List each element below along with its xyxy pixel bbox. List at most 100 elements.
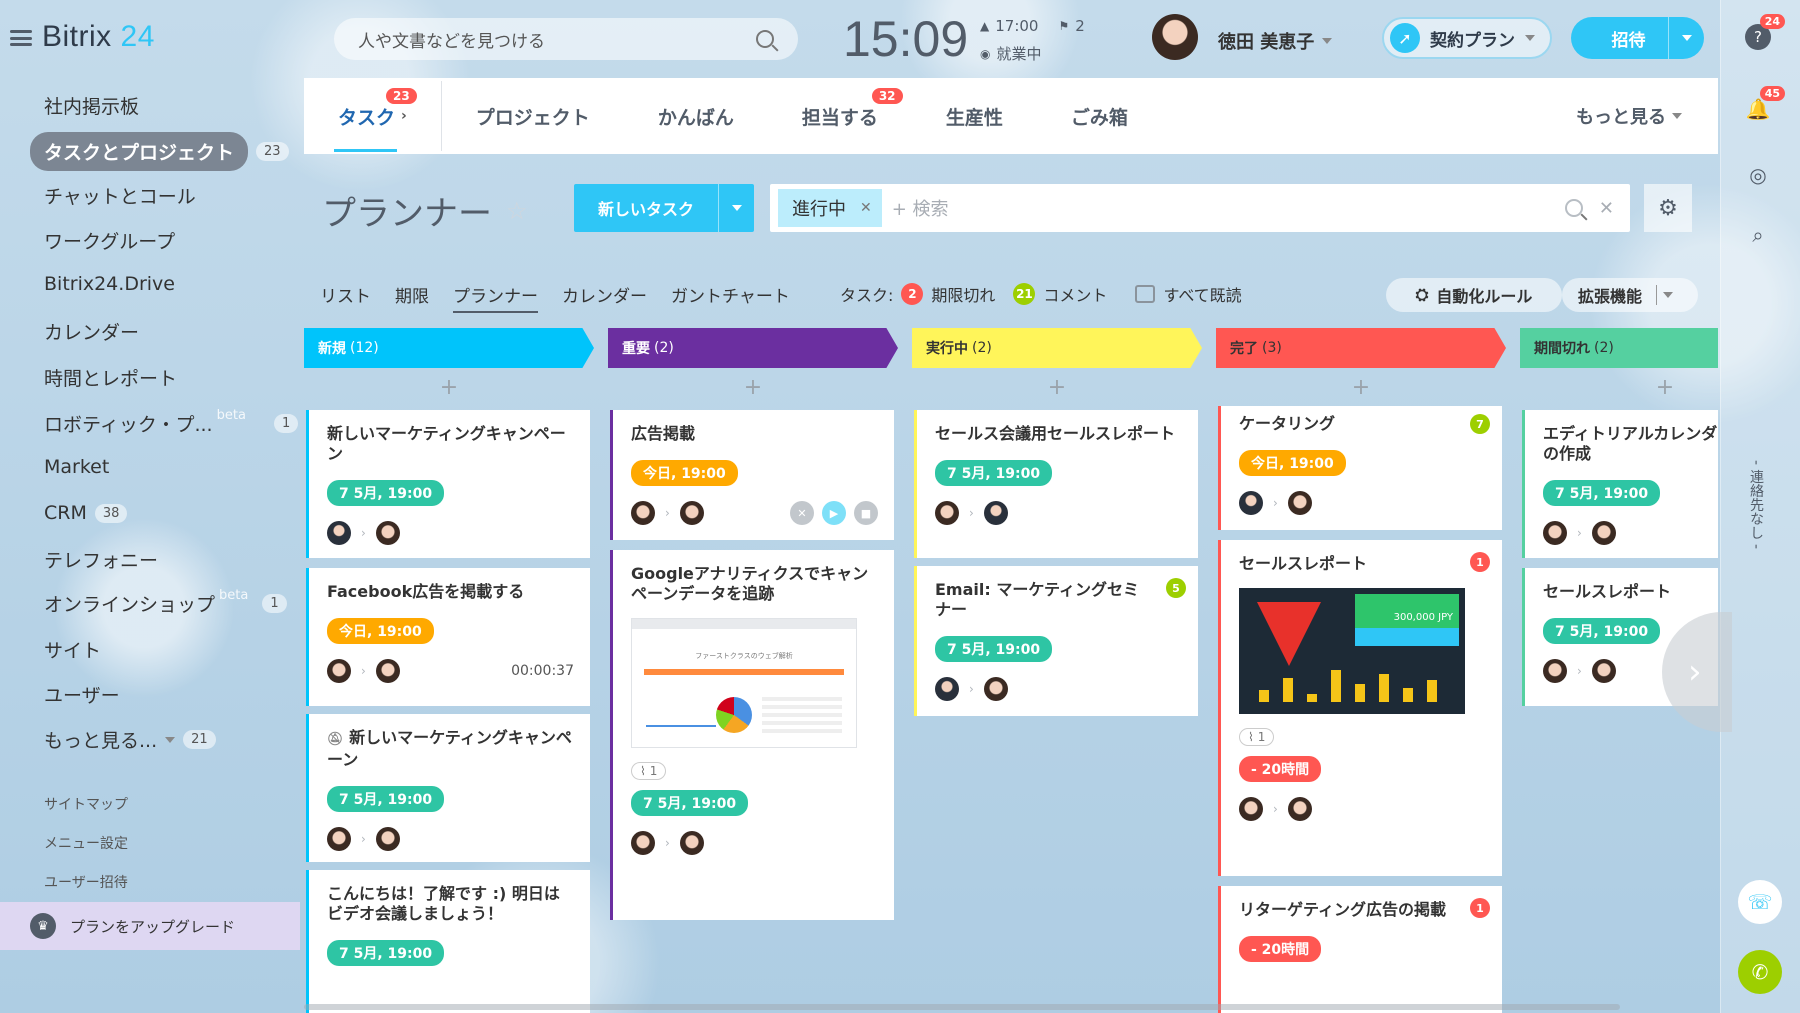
task-title[interactable]: Googleアナリティクスでキャンペーンデータを追跡 bbox=[631, 564, 878, 604]
avatar[interactable] bbox=[1239, 491, 1263, 515]
task-card[interactable]: Googleアナリティクスでキャンペーンデータを追跡 ファーストクラスのウェブ解… bbox=[610, 550, 894, 920]
deadline-badge[interactable]: 今日, 19:00 bbox=[631, 460, 738, 486]
tabs-more-menu[interactable]: もっと見る bbox=[1576, 103, 1718, 129]
task-title[interactable]: Facebook広告を掲載する bbox=[327, 582, 574, 602]
star-icon[interactable]: ☆ bbox=[506, 197, 528, 225]
avatar[interactable] bbox=[935, 677, 959, 701]
task-title[interactable]: Email: マーケティングセミナー bbox=[935, 580, 1182, 620]
attachment-count[interactable]: ⌇ 1 bbox=[1239, 728, 1275, 746]
sidebar-item-online-shop[interactable]: オンラインショップ beta 1 bbox=[44, 588, 287, 617]
sidebar-item-chat[interactable]: チャットとコール bbox=[44, 182, 196, 209]
comment-count-badge[interactable]: 1 bbox=[1470, 552, 1490, 572]
clear-icon[interactable]: ✕ bbox=[1599, 198, 1614, 219]
deadline-badge[interactable]: 7 5月, 19:00 bbox=[1543, 618, 1661, 644]
avatar[interactable] bbox=[327, 827, 351, 851]
new-task-button[interactable]: 新しいタスク bbox=[574, 184, 754, 232]
user-avatar[interactable] bbox=[1152, 14, 1198, 60]
task-title[interactable]: こんにちは！了解です :) 明日はビデオ会議しましょう！ bbox=[327, 884, 574, 924]
column-header[interactable]: 実行中 (2) bbox=[912, 328, 1202, 368]
open-channels-icon[interactable]: ☏ bbox=[1738, 880, 1782, 924]
settings-button[interactable]: ⚙ bbox=[1644, 184, 1692, 232]
sidebar-item-tasks[interactable]: タスクとプロジェクト 23 bbox=[30, 132, 289, 171]
sidebar-item-time-reports[interactable]: 時間とレポート bbox=[44, 364, 177, 391]
chat-icon[interactable]: ◎ bbox=[1743, 160, 1773, 190]
avatar[interactable] bbox=[1543, 659, 1567, 683]
task-card[interactable]: Email: マーケティングセミナー 5 7 5月, 19:00 › bbox=[914, 566, 1198, 716]
mute-icon[interactable]: ✕ bbox=[790, 501, 814, 525]
task-title[interactable]: ケータリング bbox=[1239, 414, 1486, 434]
avatar[interactable] bbox=[1591, 659, 1616, 683]
avatar[interactable] bbox=[327, 659, 351, 683]
search-icon[interactable] bbox=[756, 30, 774, 48]
analytics-preview-image[interactable]: ファーストクラスのウェブ解析 bbox=[631, 618, 857, 748]
add-task-icon[interactable]: + bbox=[304, 368, 594, 406]
attachment-count[interactable]: ⌇ 1 bbox=[631, 762, 667, 780]
deadline-badge[interactable]: - 20時間 bbox=[1239, 756, 1322, 782]
sidebar-item-calendar[interactable]: カレンダー bbox=[44, 318, 139, 345]
filter-input[interactable]: + 検索 bbox=[892, 195, 1565, 221]
task-title[interactable]: エディトリアルカレンダーの作成 bbox=[1543, 424, 1718, 464]
invite-dropdown[interactable] bbox=[1668, 17, 1704, 59]
search-input[interactable]: 人や文書などを見つける bbox=[358, 27, 756, 52]
avatar[interactable] bbox=[375, 521, 400, 545]
avatar[interactable] bbox=[327, 521, 351, 545]
sidebar-item-rpa[interactable]: ロボティック・プ... beta 1 bbox=[44, 408, 299, 437]
avatar[interactable] bbox=[375, 659, 400, 683]
overdue-label[interactable]: 期限切れ bbox=[931, 282, 995, 306]
automation-rules-button[interactable]: ⛭ 自動化ルール bbox=[1386, 278, 1562, 312]
phone-icon[interactable]: ✆ bbox=[1738, 950, 1782, 994]
horizontal-scrollbar[interactable] bbox=[304, 1004, 1620, 1010]
sidebar-item-market[interactable]: Market bbox=[44, 456, 109, 478]
sidebar-item-users[interactable]: ユーザー bbox=[44, 681, 120, 708]
avatar[interactable] bbox=[983, 501, 1008, 525]
tab-assigned[interactable]: 32 担当する bbox=[768, 78, 912, 154]
invite-button[interactable]: 招待 bbox=[1571, 17, 1704, 59]
bell-icon[interactable]: 🔔 45 bbox=[1743, 86, 1785, 124]
avatar[interactable] bbox=[935, 501, 959, 525]
comment-count[interactable]: 21 bbox=[1013, 283, 1036, 305]
deadline-badge[interactable]: 今日, 19:00 bbox=[1239, 450, 1346, 476]
play-icon[interactable]: ▶ bbox=[822, 501, 846, 525]
column-header[interactable]: 新規 (12) bbox=[304, 328, 594, 368]
complete-icon[interactable]: ■ bbox=[854, 501, 878, 525]
menu-settings-link[interactable]: メニュー設定 bbox=[44, 833, 128, 853]
comment-label[interactable]: コメント bbox=[1043, 282, 1107, 306]
avatar[interactable] bbox=[1239, 797, 1263, 821]
view-calendar[interactable]: カレンダー bbox=[562, 282, 647, 313]
deadline-badge[interactable]: 7 5月, 19:00 bbox=[935, 636, 1053, 662]
tab-tasks[interactable]: 23 タスク › bbox=[304, 78, 441, 154]
deadline-badge[interactable]: 7 5月, 19:00 bbox=[327, 940, 445, 966]
sidebar-item-telephony[interactable]: テレフォニー bbox=[44, 546, 158, 573]
task-card[interactable]: 🔕︎ 新しいマーケティングキャンペーン 7 5月, 19:00 › bbox=[306, 714, 590, 862]
add-task-icon[interactable]: + bbox=[1520, 368, 1718, 406]
sidebar-item-more[interactable]: もっと見る... 21 bbox=[44, 726, 216, 753]
column-header[interactable]: 期間切れ (2) bbox=[1520, 328, 1718, 368]
avatar[interactable] bbox=[679, 831, 704, 855]
task-title[interactable]: 🔕︎ 新しいマーケティングキャンペーン bbox=[327, 728, 574, 770]
sidebar-item-drive[interactable]: Bitrix24.Drive bbox=[44, 273, 175, 295]
upgrade-plan-button[interactable]: ♛ プランをアップグレード bbox=[0, 902, 300, 950]
new-task-dropdown[interactable] bbox=[718, 184, 754, 232]
sidebar-item-feed[interactable]: 社内掲示板 bbox=[44, 92, 139, 119]
task-card[interactable]: Facebook広告を掲載する 今日, 19:00 › 00:00:37 bbox=[306, 568, 590, 706]
avatar[interactable] bbox=[679, 501, 704, 525]
task-card[interactable]: こんにちは！了解です :) 明日はビデオ会議しましょう！ 7 5月, 19:00 bbox=[306, 870, 590, 1013]
deadline-badge[interactable]: 7 5月, 19:00 bbox=[631, 790, 749, 816]
tab-trash[interactable]: ごみ箱 bbox=[1037, 78, 1162, 154]
add-task-icon[interactable]: + bbox=[912, 368, 1202, 406]
deadline-badge[interactable]: 7 5月, 19:00 bbox=[1543, 480, 1661, 506]
task-card[interactable]: 広告掲載 今日, 19:00 › ✕ ▶ ■ bbox=[610, 410, 894, 540]
filter-chip[interactable]: 進行中 ✕ bbox=[778, 189, 882, 227]
extensions-button[interactable]: 拡張機能 bbox=[1562, 278, 1698, 312]
avatar[interactable] bbox=[1591, 521, 1616, 545]
add-task-icon[interactable]: + bbox=[1216, 368, 1506, 406]
avatar[interactable] bbox=[631, 831, 655, 855]
sidebar-item-workgroups[interactable]: ワークグループ bbox=[44, 227, 175, 254]
task-title[interactable]: セールス会議用セールスレポート bbox=[935, 424, 1182, 444]
app-logo[interactable]: Bitrix 24 bbox=[42, 20, 155, 54]
task-card[interactable]: リターゲティング広告の掲載 1 - 20時間 bbox=[1218, 886, 1502, 1013]
task-title[interactable]: 広告掲載 bbox=[631, 424, 878, 444]
comment-count-badge[interactable]: 5 bbox=[1166, 578, 1186, 598]
avatar[interactable] bbox=[1543, 521, 1567, 545]
view-planner[interactable]: プランナー bbox=[453, 282, 538, 313]
